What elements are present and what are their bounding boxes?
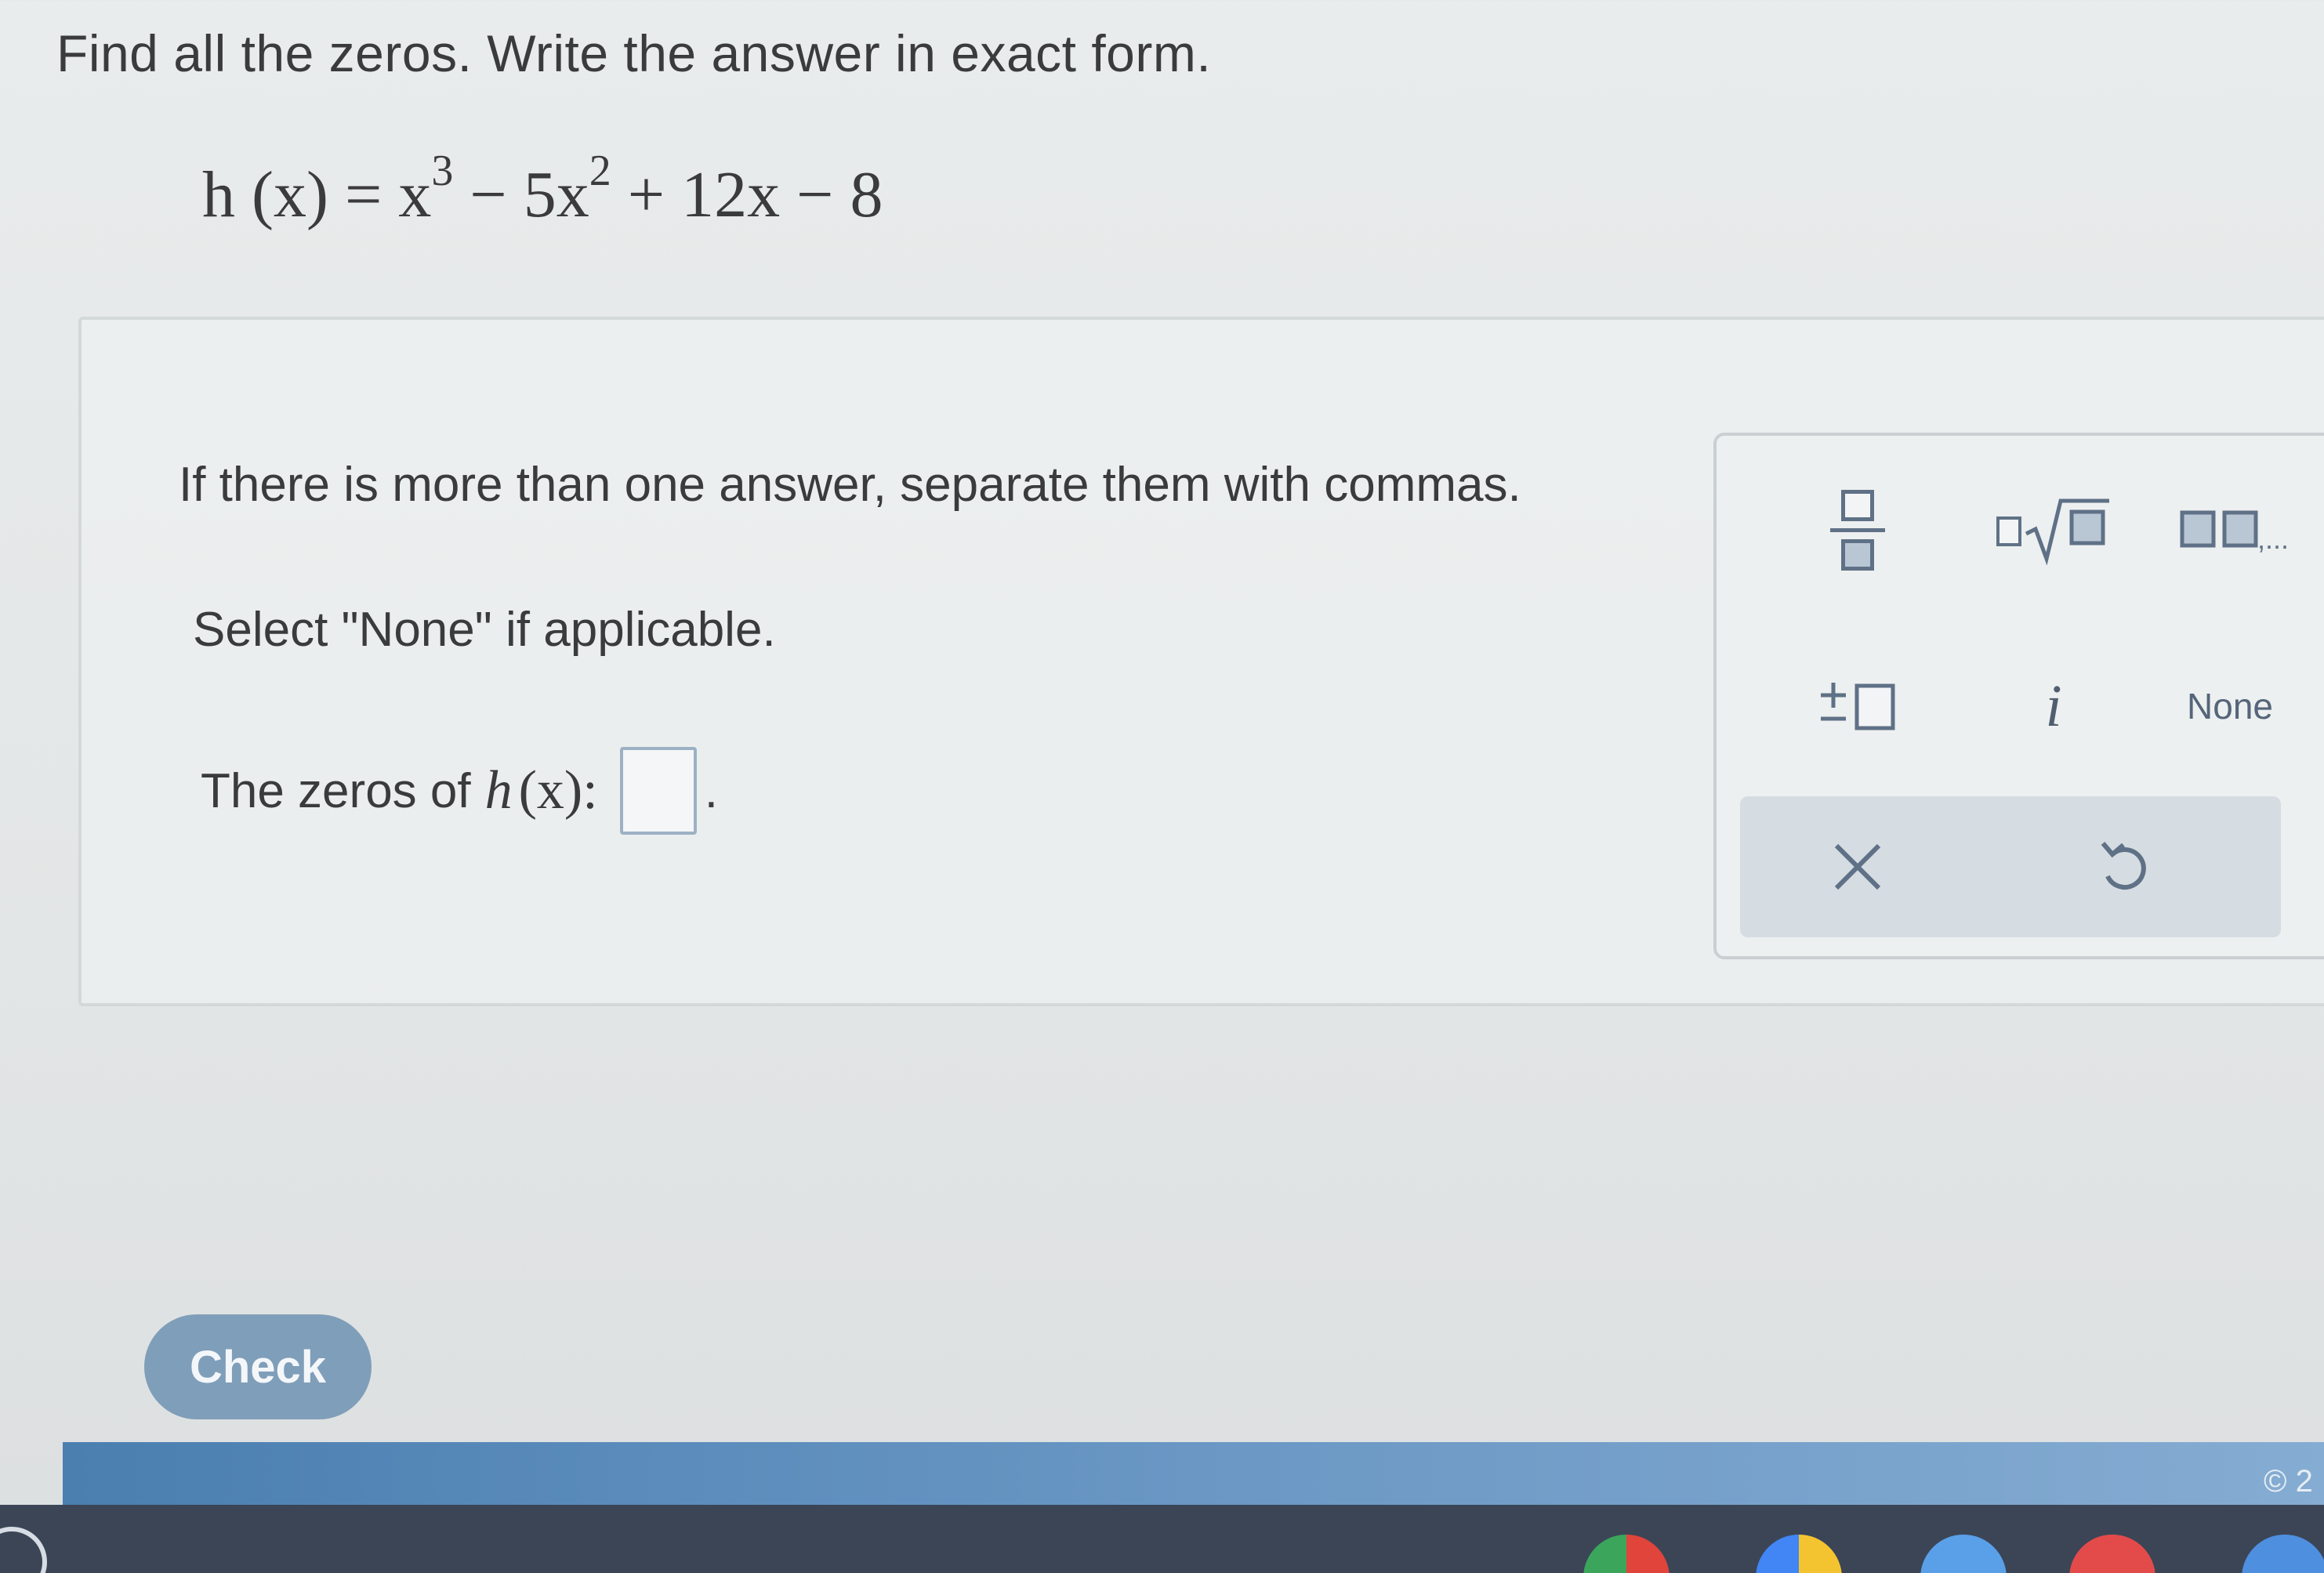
zeros-label: The zeros of: [201, 763, 471, 818]
answer-period: .: [704, 763, 718, 818]
equation-term-5x2: − 5x: [453, 158, 589, 231]
instruction-text: Find all the zeros. Write the answer in …: [56, 24, 1212, 82]
none-instruction: Select "None" if applicable.: [193, 603, 776, 657]
list-suffix: ,...: [2257, 523, 2289, 555]
exponent-3: 3: [431, 147, 454, 195]
separate-instruction: If there is more than one answer, separa…: [179, 458, 1521, 512]
answer-input[interactable]: [619, 747, 697, 835]
clear-button[interactable]: [1779, 804, 1936, 930]
undo-button[interactable]: [2046, 804, 2203, 930]
fraction-button[interactable]: [1795, 475, 1920, 585]
function-arg: (x):: [518, 760, 598, 821]
copyright-text: © 2: [2264, 1464, 2313, 1499]
nth-root-button[interactable]: [1975, 483, 2132, 577]
fraction-bar-icon: [1830, 527, 1885, 532]
none-button[interactable]: None: [2132, 663, 2324, 749]
root-icon: [1996, 498, 2109, 565]
list-icon: ,...: [2180, 510, 2289, 555]
math-palette: ,... i None: [1713, 433, 2324, 959]
function-equation: h (x) = x3 − 5x2 + 12x − 8: [202, 149, 883, 233]
equation-term-x3: x: [398, 158, 432, 231]
footer-strip: [63, 1442, 2324, 1505]
plus-minus-button[interactable]: [1795, 663, 1920, 749]
imaginary-unit-button[interactable]: i: [1975, 663, 2132, 749]
close-icon: [1834, 843, 1881, 890]
exponent-2: 2: [589, 147, 611, 195]
denominator-box-icon: [1841, 538, 1874, 571]
function-name: h: [484, 760, 513, 821]
list-button[interactable]: ,...: [2155, 483, 2324, 577]
undo-icon: [2101, 842, 2146, 890]
equation-lhs: h (x) =: [202, 158, 399, 231]
check-button[interactable]: Check: [144, 1314, 372, 1419]
zeros-prompt: The zeros of h (x): .: [201, 747, 718, 835]
plus-minus-icon: [1821, 683, 1895, 730]
numerator-box-icon: [1841, 489, 1874, 521]
equation-term-rest: + 12x − 8: [611, 158, 883, 231]
